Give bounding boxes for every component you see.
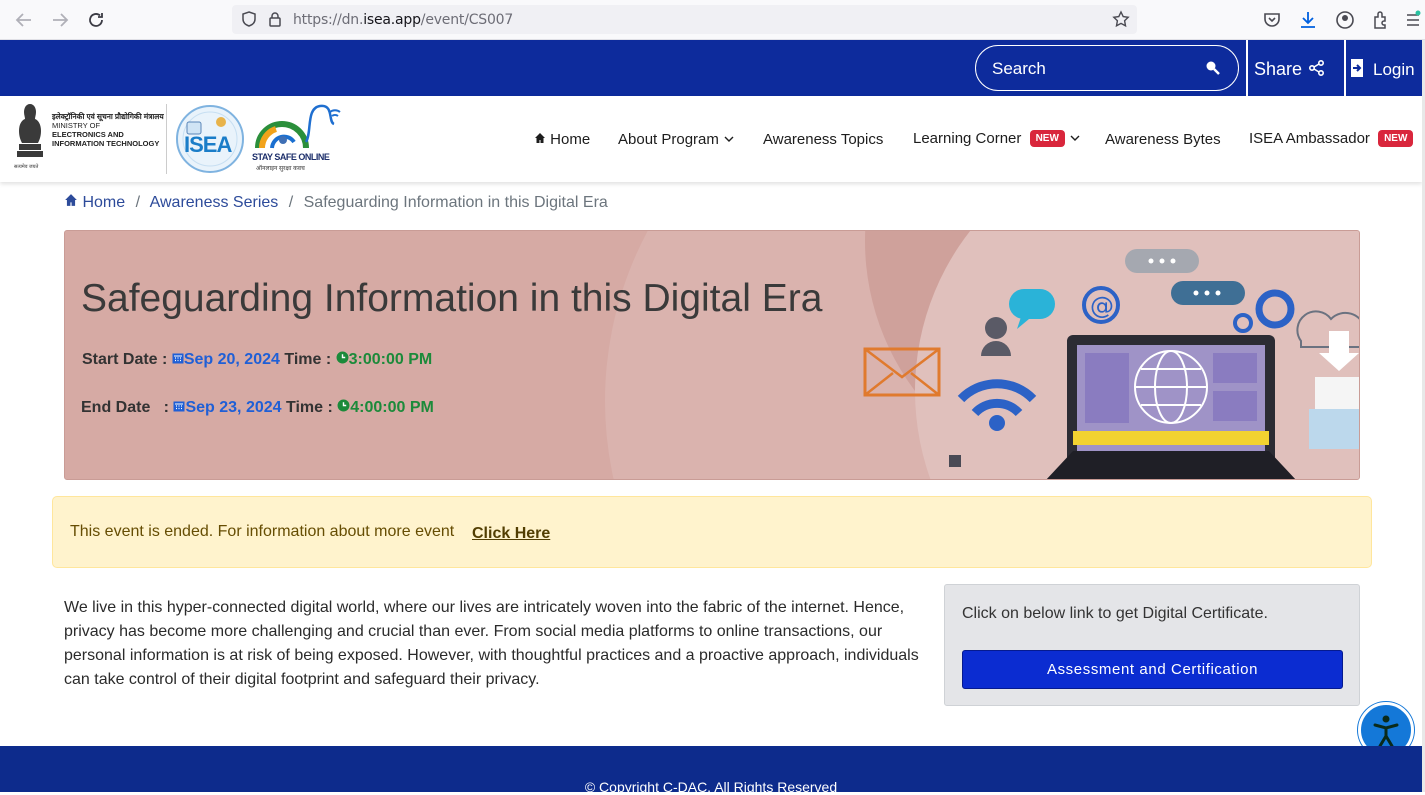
certificate-panel: Click on below link to get Digital Certi…: [944, 584, 1360, 706]
start-date-row: Start Date : Sep 20, 2024 Time : 3:00:00…: [82, 351, 432, 369]
url-text[interactable]: https://dn.isea.app/event/CS007: [293, 12, 513, 28]
account-icon[interactable]: [1333, 8, 1357, 32]
breadcrumb-home[interactable]: Home: [64, 194, 130, 211]
ministry-line2: ELECTRONICS AND: [52, 130, 124, 139]
reload-icon[interactable]: [84, 8, 108, 32]
end-date-value: Sep 23, 2024: [185, 399, 282, 416]
breadcrumb-separator: /: [288, 194, 294, 211]
nav-about-label: About Program: [618, 131, 719, 148]
bookmark-star-icon[interactable]: [1112, 10, 1130, 33]
chevron-down-icon: [1069, 130, 1081, 147]
browser-toolbar: https://dn.isea.app/event/CS007: [0, 0, 1425, 40]
nav-learning-corner[interactable]: Learning Corner NEW: [913, 130, 1081, 147]
nav-learning-label: Learning Corner: [913, 130, 1022, 147]
event-ended-alert: This event is ended. For information abo…: [52, 496, 1372, 568]
calendar-icon: [172, 351, 184, 368]
nav-home-label: Home: [550, 131, 591, 148]
start-date-label: Start Date :: [82, 351, 168, 368]
assessment-certification-button[interactable]: Assessment and Certification: [962, 650, 1343, 689]
start-date-value: Sep 20, 2024: [183, 351, 280, 368]
emblem-motto: सत्यमेव जयते: [14, 164, 39, 170]
login-icon: [1350, 58, 1366, 83]
event-title: Safeguarding Information in this Digital…: [81, 277, 823, 320]
copyright-text: © Copyright C-DAC. All Rights Reserved: [584, 779, 838, 795]
search-input[interactable]: Search: [975, 45, 1239, 91]
emblem-logo[interactable]: सत्यमेव जयते: [12, 100, 48, 172]
nav-topics-label: Awareness Topics: [763, 131, 884, 148]
chevron-down-icon: [723, 131, 735, 148]
end-time-value: 4:00:00 PM: [350, 399, 434, 416]
ministry-hindi: इलेक्ट्रॉनिकी एवं सूचना प्रौद्योगिकी मंत…: [52, 112, 164, 121]
isea-logo[interactable]: ISEA: [175, 104, 245, 174]
forward-icon[interactable]: [48, 8, 72, 32]
event-description: We live in this hyper-connected digital …: [64, 599, 919, 688]
nav-bytes-label: Awareness Bytes: [1105, 131, 1221, 148]
share-icon: [1308, 59, 1326, 82]
stay-safe-online-logo[interactable]: STAY SAFE ONLINE ऑनलाइन सुरक्षा कवच: [252, 102, 344, 178]
click-here-link[interactable]: Click Here: [472, 525, 550, 543]
download-icon[interactable]: [1296, 8, 1320, 32]
alert-text: This event is ended. For information abo…: [70, 523, 455, 540]
home-icon: [534, 131, 546, 148]
start-time-label: Time :: [284, 351, 332, 368]
certificate-instruction: Click on below link to get Digital Certi…: [962, 605, 1268, 622]
ministry-line3: INFORMATION TECHNOLOGY: [52, 139, 160, 148]
nav-isea-ambassador[interactable]: ISEA Ambassador NEW: [1249, 130, 1414, 147]
end-date-row: End Date : Sep 23, 2024 Time : 4:00:00 P…: [81, 399, 434, 417]
back-icon[interactable]: [12, 8, 36, 32]
isea-logo-text: ISEA: [184, 132, 232, 157]
start-time-value: 3:00:00 PM: [348, 351, 433, 368]
clock-icon: [336, 351, 349, 368]
nav-home[interactable]: Home: [534, 131, 590, 148]
nav-ambassador-label: ISEA Ambassador: [1249, 130, 1370, 147]
ministry-line1: MINISTRY OF: [52, 121, 101, 130]
site-footer: © Copyright C-DAC. All Rights Reserved: [0, 746, 1422, 795]
breadcrumb-current: Safeguarding Information in this Digital…: [303, 194, 608, 211]
new-badge: NEW: [1029, 130, 1065, 147]
stay-safe-text: STAY SAFE ONLINE: [252, 152, 330, 162]
address-bar[interactable]: https://dn.isea.app/event/CS007: [232, 5, 1137, 34]
login-button[interactable]: Login: [1344, 40, 1422, 96]
pocket-icon[interactable]: [1260, 8, 1284, 32]
nav-about-program[interactable]: About Program: [618, 131, 735, 148]
menu-icon[interactable]: [1403, 8, 1423, 32]
breadcrumb-home-label: Home: [82, 194, 126, 211]
logo-divider: [166, 104, 167, 174]
breadcrumb-separator: /: [135, 194, 141, 211]
nav-awareness-topics[interactable]: Awareness Topics: [763, 131, 883, 148]
search-icon[interactable]: [1204, 59, 1222, 82]
login-label: Login: [1373, 60, 1415, 79]
clock-icon: [337, 399, 350, 416]
extensions-icon[interactable]: [1369, 8, 1393, 32]
breadcrumb-awareness-series[interactable]: Awareness Series: [150, 194, 279, 211]
share-button[interactable]: Share: [1246, 40, 1343, 96]
lock-icon[interactable]: [266, 10, 284, 33]
search-placeholder: Search: [992, 59, 1046, 78]
event-hero-banner: @ Safeguarding Information in this Digit…: [64, 230, 1360, 480]
end-date-label: End Date :: [81, 399, 170, 416]
stay-safe-hindi: ऑनलाइन सुरक्षा कवच: [256, 166, 305, 172]
share-label: Share: [1254, 59, 1303, 79]
end-time-label: Time :: [286, 399, 333, 416]
home-icon: [64, 194, 78, 211]
ministry-logo-text[interactable]: इलेक्ट्रॉनिकी एवं सूचना प्रौद्योगिकी मंत…: [52, 112, 164, 148]
calendar-icon: [173, 399, 185, 416]
svg-text:@: @: [1090, 292, 1114, 320]
new-badge: NEW: [1378, 130, 1414, 147]
shield-icon[interactable]: [240, 10, 258, 33]
nav-awareness-bytes[interactable]: Awareness Bytes: [1105, 131, 1221, 148]
breadcrumb: Home / Awareness Series / Safeguarding I…: [64, 193, 608, 212]
